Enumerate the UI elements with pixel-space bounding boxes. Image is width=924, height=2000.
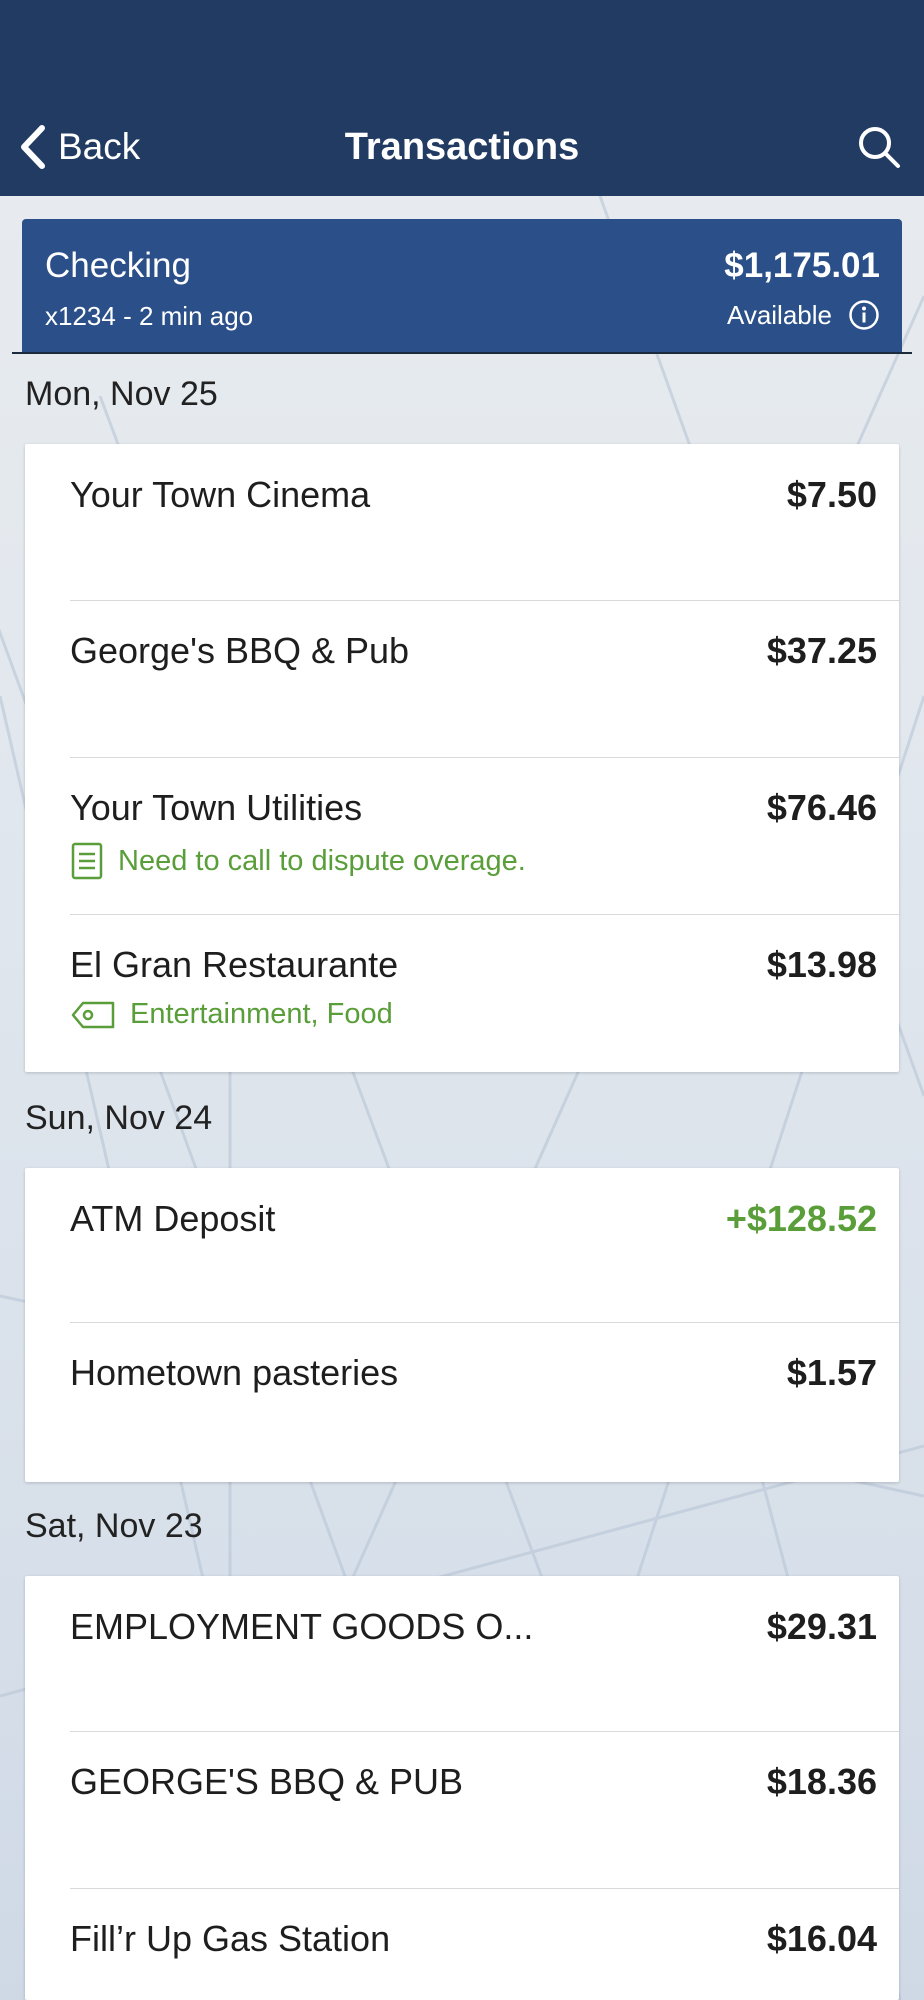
row-divider <box>70 914 899 915</box>
row-divider <box>70 1888 899 1889</box>
transaction-row[interactable]: GEORGE'S BBQ & PUB $18.36 <box>25 1731 899 1887</box>
account-card-divider <box>12 352 912 354</box>
transaction-row[interactable]: El Gran Restaurante $13.98 Entertainment… <box>25 914 899 1070</box>
transaction-group-nov-24: ATM Deposit +$128.52 Hometown pasteries … <box>25 1168 899 1482</box>
account-summary-card[interactable]: Checking x1234 - 2 min ago $1,175.01 Ava… <box>22 219 902 352</box>
transaction-row[interactable]: Hometown pasteries $1.57 <box>25 1322 899 1478</box>
date-heading-sat-nov-23: Sat, Nov 23 <box>25 1507 203 1545</box>
transaction-amount: $18.36 <box>766 1761 877 1802</box>
available-row: Available <box>727 299 880 331</box>
transaction-row[interactable]: George's BBQ & Pub $37.25 <box>25 600 899 756</box>
transaction-merchant: Your Town Cinema <box>70 474 371 515</box>
page-title: Transactions <box>344 126 580 168</box>
transaction-row[interactable]: Your Town Utilities $76.46 Need to call … <box>25 757 899 913</box>
row-divider <box>70 1322 899 1323</box>
transaction-amount: $76.46 <box>766 787 877 828</box>
account-name: Checking <box>45 246 191 285</box>
tag-icon <box>71 1001 115 1028</box>
note-icon <box>71 842 103 880</box>
transaction-amount: $37.25 <box>766 630 877 671</box>
transaction-merchant: Your Town Utilities <box>70 787 363 828</box>
transaction-amount: $1.57 <box>786 1352 877 1393</box>
date-heading-mon-nov-25: Mon, Nov 25 <box>25 375 218 413</box>
transaction-tags: Entertainment, Food <box>70 998 393 1031</box>
row-divider <box>70 757 899 758</box>
transaction-merchant: Hometown pasteries <box>70 1352 399 1393</box>
transaction-group-nov-23: EMPLOYMENT GOODS O... $29.31 GEORGE'S BB… <box>25 1576 899 2000</box>
transaction-merchant: ATM Deposit <box>70 1198 276 1239</box>
transaction-merchant: Fill’r Up Gas Station <box>70 1918 391 1959</box>
search-icon <box>859 127 900 168</box>
account-balance: $1,175.01 <box>724 246 880 285</box>
transaction-amount-credit: +$128.52 <box>725 1198 877 1239</box>
transaction-amount: $7.50 <box>786 474 877 515</box>
row-divider <box>70 600 899 601</box>
transaction-amount: $29.31 <box>766 1606 877 1647</box>
nav-header: Back Transactions <box>0 0 924 196</box>
info-icon[interactable] <box>848 299 880 331</box>
transaction-amount: $13.98 <box>766 944 877 985</box>
transaction-merchant: EMPLOYMENT GOODS O... <box>70 1606 534 1647</box>
search-button[interactable] <box>856 124 902 170</box>
transaction-note: Need to call to dispute overage. <box>70 841 526 881</box>
transaction-row[interactable]: ATM Deposit +$128.52 <box>25 1168 899 1324</box>
transaction-merchant: GEORGE'S BBQ & PUB <box>70 1761 463 1802</box>
transaction-row[interactable]: Your Town Cinema $7.50 <box>25 444 899 600</box>
transaction-group-nov-25: Your Town Cinema $7.50 George's BBQ & Pu… <box>25 444 899 1072</box>
transaction-amount: $16.04 <box>766 1918 877 1959</box>
transaction-row[interactable]: EMPLOYMENT GOODS O... $29.31 <box>25 1576 899 1732</box>
date-heading-sun-nov-24: Sun, Nov 24 <box>25 1099 213 1137</box>
transaction-merchant: George's BBQ & Pub <box>70 630 410 671</box>
transaction-row[interactable]: Fill’r Up Gas Station $16.04 <box>25 1888 899 2000</box>
available-label: Available <box>726 299 832 330</box>
transaction-note-text: Need to call to dispute overage. <box>118 844 526 877</box>
row-divider <box>70 1731 899 1732</box>
account-subtitle: x1234 - 2 min ago <box>45 301 254 331</box>
transaction-merchant: El Gran Restaurante <box>70 944 399 985</box>
transaction-tags-text: Entertainment, Food <box>130 998 393 1030</box>
